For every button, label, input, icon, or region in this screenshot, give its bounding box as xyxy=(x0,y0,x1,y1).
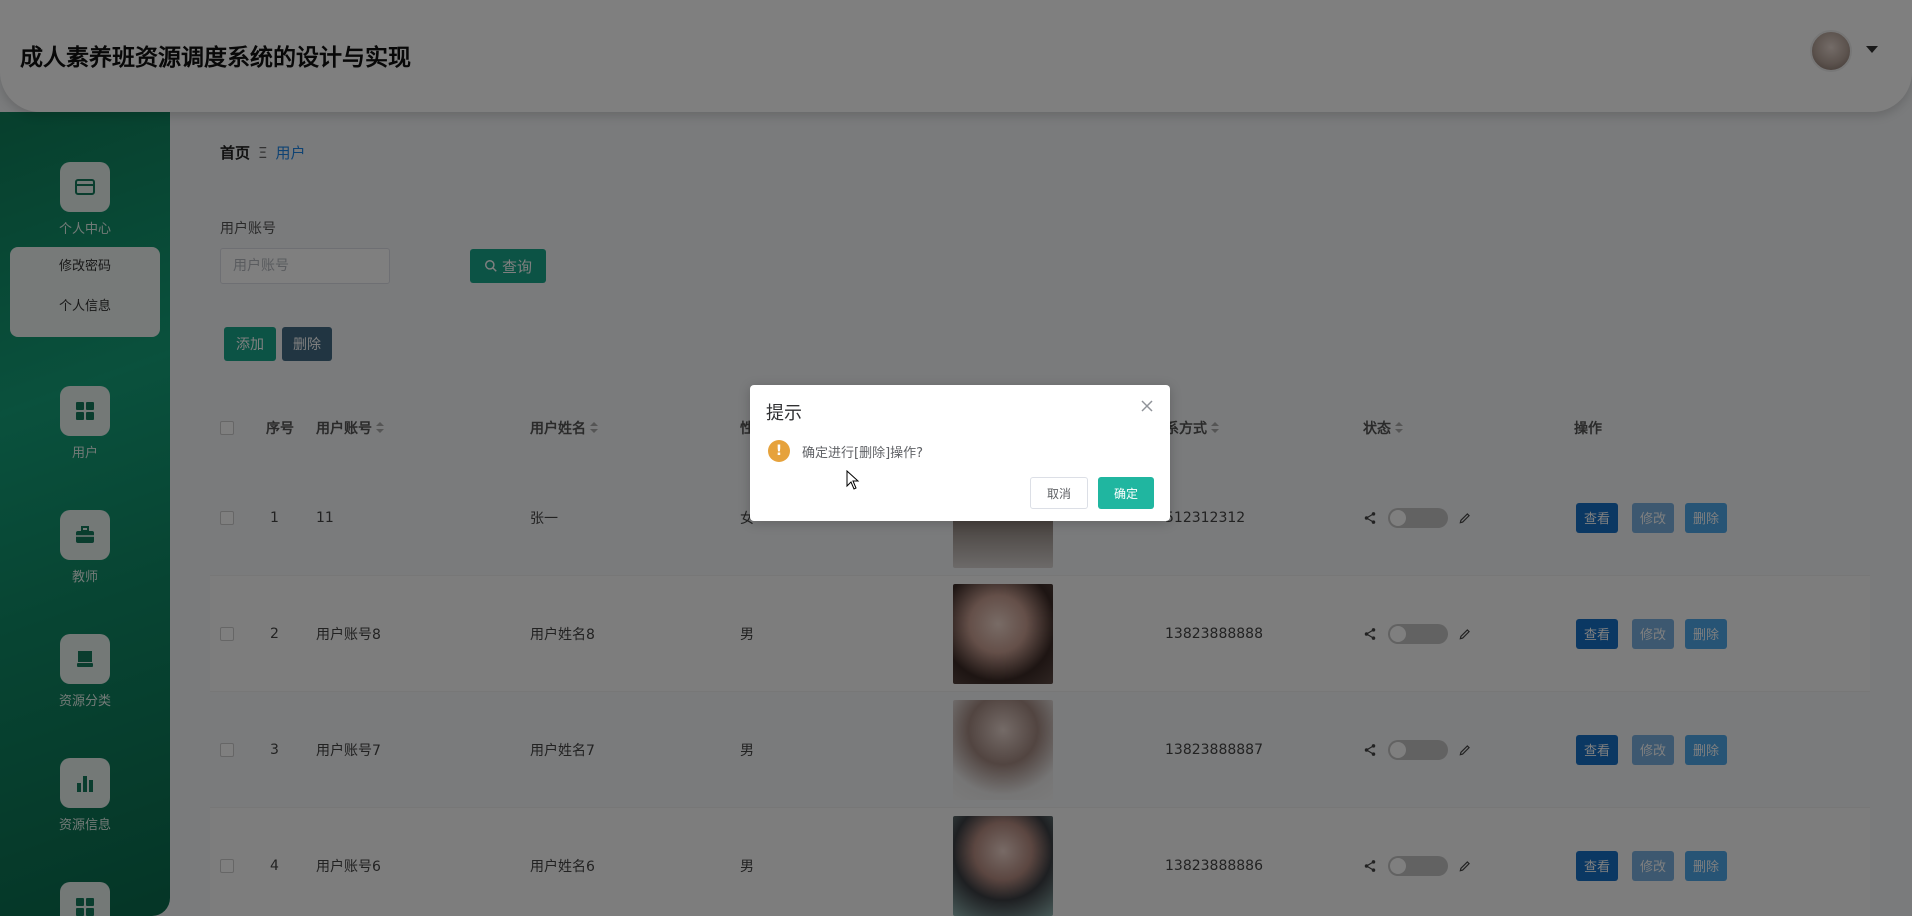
dialog-message: 确定进行[删除]操作? xyxy=(802,446,924,461)
warning-icon: ! xyxy=(768,440,790,462)
confirm-button[interactable]: 确定 xyxy=(1098,477,1154,509)
dialog-title: 提示 xyxy=(766,403,802,424)
close-icon[interactable] xyxy=(1140,399,1154,413)
mouse-cursor-icon xyxy=(846,470,860,490)
cancel-button[interactable]: 取消 xyxy=(1030,477,1088,509)
confirm-dialog: 提示 ! 确定进行[删除]操作? 取消 确定 xyxy=(750,385,1170,521)
